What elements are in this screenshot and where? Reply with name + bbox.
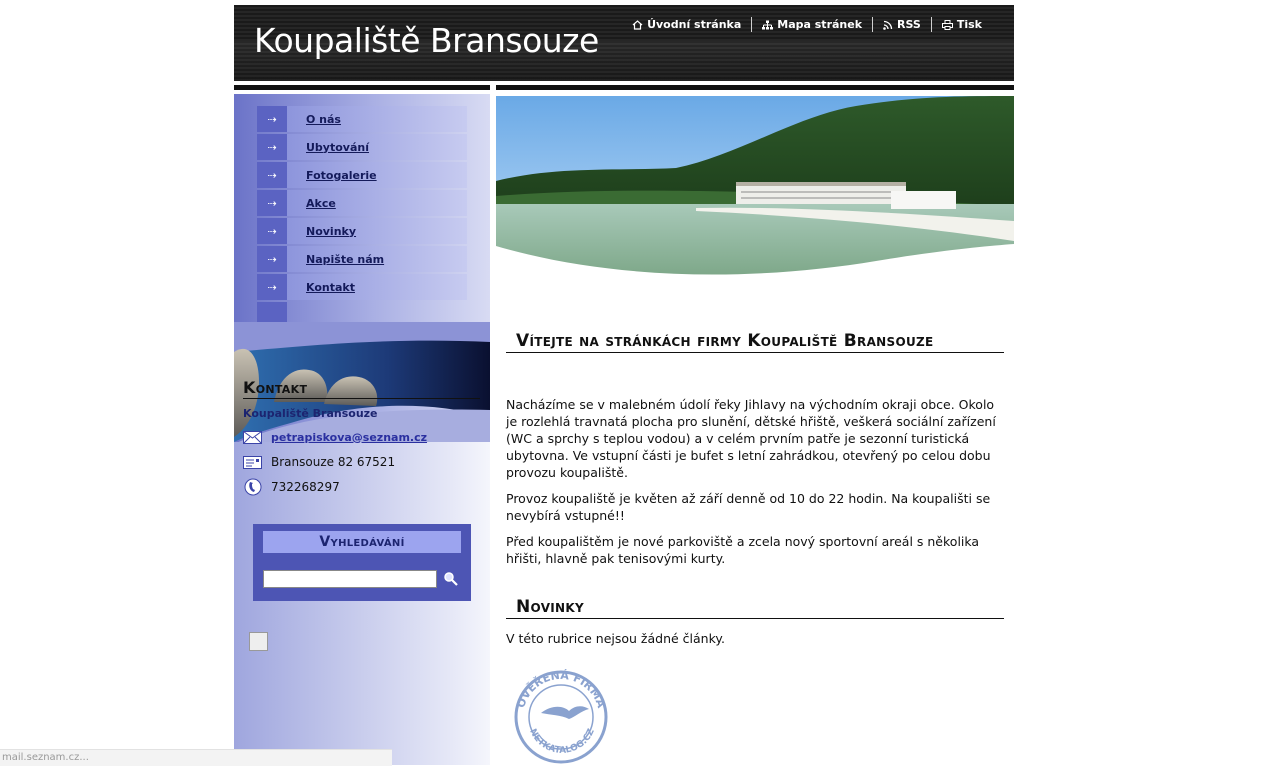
arrow-right-icon: ⇢ — [267, 196, 277, 210]
menu-item-label[interactable]: O nás — [306, 113, 341, 126]
arrow-right-icon: ⇢ — [267, 112, 277, 126]
top-nav-print[interactable]: Tisk — [932, 18, 992, 31]
contact-company: Koupaliště Bransouze — [243, 407, 378, 420]
menu-item-kontakt[interactable]: ⇢ Kontakt — [257, 274, 467, 300]
news-heading: Novinky — [506, 597, 1004, 619]
magnifier-icon — [444, 572, 458, 586]
welcome-heading: Vítejte na stránkách firmy Koupaliště Br… — [506, 331, 1004, 353]
site-container: Koupaliště Bransouze Úvodní stránka Mapa… — [234, 5, 1014, 765]
top-nav: Úvodní stránka Mapa stránek RSS Tisk — [622, 17, 992, 32]
menu-item-label[interactable]: Ubytování — [306, 141, 369, 154]
search-box: Vyhledávání — [253, 524, 471, 601]
menu-item-fotogalerie[interactable]: ⇢ Fotogalerie — [257, 162, 467, 188]
contact-section: Kontakt Koupaliště Bransouze petrapiskov… — [243, 378, 480, 496]
divider-bar-left — [234, 85, 490, 90]
contact-email-row: petrapiskova@seznam.cz — [243, 429, 480, 445]
intro-paragraph: Nacházíme se v malebném údolí řeky Jihla… — [506, 397, 996, 480]
contact-title: Kontakt — [243, 378, 480, 399]
main-content: Vítejte na stránkách firmy Koupaliště Br… — [506, 331, 1004, 647]
sitemap-icon — [762, 20, 774, 29]
divider-bar-right — [496, 85, 1014, 90]
top-nav-print-label: Tisk — [956, 18, 982, 31]
menu-item-label[interactable]: Akce — [306, 197, 336, 210]
arrow-right-icon: ⇢ — [267, 224, 277, 238]
site-title[interactable]: Koupaliště Bransouze — [254, 21, 599, 60]
arrow-right-icon: ⇢ — [267, 168, 277, 182]
contact-address: Bransouze 82 67521 — [271, 455, 396, 469]
arrow-right-icon: ⇢ — [267, 280, 277, 294]
search-input[interactable] — [263, 570, 437, 588]
top-nav-sitemap[interactable]: Mapa stránek — [752, 18, 872, 31]
menu-item-label[interactable]: Kontakt — [306, 281, 355, 294]
arrow-right-icon: ⇢ — [267, 140, 277, 154]
main-menu: ⇢ O nás ⇢ Ubytování ⇢ Fotogalerie ⇢ Akce… — [257, 106, 467, 326]
stamp-top-text: OVĚŘENÁ FIRMA — [514, 669, 608, 710]
top-nav-home-label: Úvodní stránka — [647, 18, 742, 31]
menu-item-label[interactable]: Novinky — [306, 225, 356, 238]
hours-paragraph: Provoz koupaliště je květen až září denn… — [506, 491, 991, 523]
search-button[interactable] — [442, 570, 460, 588]
menu-item-napiste-nam[interactable]: ⇢ Napište nám — [257, 246, 467, 272]
header: Koupaliště Bransouze Úvodní stránka Mapa… — [234, 5, 1014, 81]
stamp-bottom-text: NETKATALOG.CZ — [527, 727, 597, 756]
envelope-icon — [243, 429, 262, 445]
verified-company-stamp[interactable]: OVĚŘENÁ FIRMA NETKATALOG.CZ — [511, 655, 611, 770]
contact-email-link[interactable]: petrapiskova@seznam.cz — [271, 431, 427, 444]
top-nav-sitemap-label: Mapa stránek — [777, 18, 863, 31]
browser-status-bar: mail.seznam.cz... — [0, 749, 392, 766]
svg-text:OVĚŘENÁ FIRMA: OVĚŘENÁ FIRMA — [514, 669, 608, 710]
menu-item-o-nas[interactable]: ⇢ O nás — [257, 106, 467, 132]
menu-item-label[interactable]: Fotogalerie — [306, 169, 377, 182]
top-nav-rss[interactable]: RSS — [873, 18, 931, 31]
address-card-icon — [243, 454, 262, 470]
menu-item-label[interactable]: Napište nám — [306, 253, 384, 266]
broken-image-icon — [249, 632, 268, 651]
menu-item-akce[interactable]: ⇢ Akce — [257, 190, 467, 216]
contact-phone-row: 732268297 — [243, 478, 480, 496]
contact-address-row: Bransouze 82 67521 — [243, 454, 480, 470]
menu-item-ubytovani[interactable]: ⇢ Ubytování — [257, 134, 467, 160]
home-icon — [632, 19, 643, 30]
news-empty-text: V této rubrice nejsou žádné články. — [506, 631, 725, 646]
contact-phone: 732268297 — [271, 480, 340, 494]
top-nav-rss-label: RSS — [897, 18, 921, 31]
hero-image — [496, 96, 1014, 301]
svg-text:NETKATALOG.CZ: NETKATALOG.CZ — [527, 727, 597, 756]
rss-icon — [883, 20, 893, 30]
phone-icon — [243, 478, 262, 496]
search-title: Vyhledávání — [263, 531, 461, 553]
menu-item-novinky[interactable]: ⇢ Novinky — [257, 218, 467, 244]
arrow-right-icon: ⇢ — [267, 252, 277, 266]
top-nav-home[interactable]: Úvodní stránka — [622, 18, 751, 31]
parking-paragraph: Před koupalištěm je nové parkoviště a zc… — [506, 534, 980, 566]
print-icon — [941, 19, 953, 30]
